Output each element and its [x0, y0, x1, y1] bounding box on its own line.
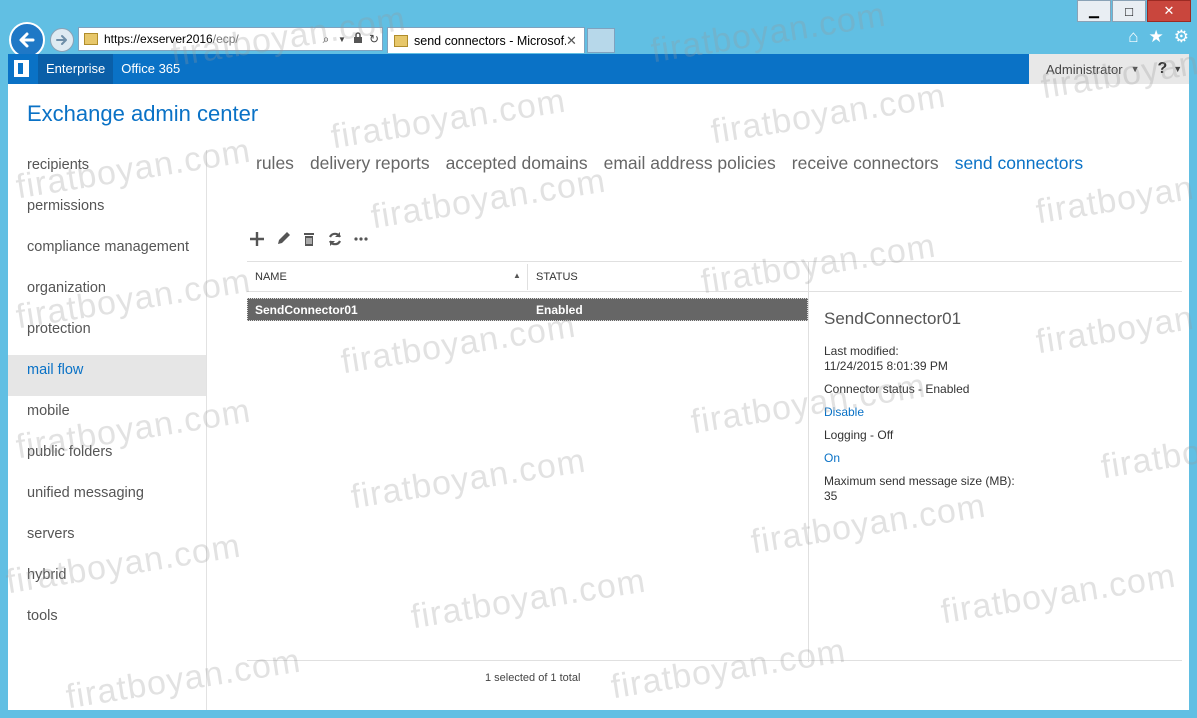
nav-mail-flow[interactable]: mail flow: [8, 355, 206, 396]
sort-ascending-icon[interactable]: ▲: [513, 271, 521, 280]
back-button[interactable]: [9, 22, 45, 58]
column-header-name[interactable]: NAME: [255, 271, 287, 283]
nav-unified-messaging[interactable]: unified messaging: [8, 478, 206, 519]
last-modified-value: 11/24/2015 8:01:39 PM: [824, 359, 948, 373]
column-header-status[interactable]: STATUS: [536, 271, 578, 283]
app-title: Exchange admin center: [27, 101, 259, 126]
max-size-value: 35: [824, 489, 838, 503]
tab-rules[interactable]: rules: [256, 153, 294, 174]
window-controls: ▁ □ ✕: [1077, 0, 1191, 22]
maximize-button[interactable]: □: [1112, 0, 1146, 22]
nav-compliance-management[interactable]: compliance management: [8, 232, 206, 273]
grid-toolbar: [248, 230, 370, 248]
gear-icon[interactable]: ⚙: [1174, 27, 1189, 47]
cell-name: SendConnector01: [255, 303, 358, 317]
browser-tools: ⌂ ★ ⚙: [1128, 27, 1189, 47]
home-icon[interactable]: ⌂: [1128, 27, 1138, 47]
office-logo-icon[interactable]: [14, 60, 29, 77]
tab-delivery-reports[interactable]: delivery reports: [310, 153, 430, 174]
more-options-icon[interactable]: [352, 230, 370, 248]
star-icon[interactable]: ★: [1149, 27, 1164, 47]
nav-tools[interactable]: tools: [8, 601, 206, 642]
arrow-right-icon: [56, 35, 67, 45]
new-tab-button[interactable]: [587, 28, 615, 53]
refresh-icon[interactable]: [326, 230, 344, 248]
selection-count: 1 selected of 1 total: [485, 672, 581, 684]
tab-title: send connectors - Microsof...: [414, 33, 566, 48]
add-icon[interactable]: [248, 230, 266, 248]
minimize-button[interactable]: ▁: [1077, 0, 1111, 22]
tab-close-icon[interactable]: ✕: [566, 33, 580, 49]
arrow-left-icon: [19, 32, 35, 48]
delete-trash-icon[interactable]: [300, 230, 318, 248]
details-divider: [808, 261, 809, 662]
sub-nav: rules delivery reports accepted domains …: [256, 153, 1083, 174]
edit-pencil-icon[interactable]: [274, 230, 292, 248]
close-window-button[interactable]: ✕: [1147, 0, 1191, 22]
logging-status: Logging - Off: [824, 428, 894, 442]
top-nav: Enterprise Office 365: [38, 54, 188, 84]
column-divider: [527, 264, 528, 290]
forward-button[interactable]: [50, 28, 74, 52]
tab-send-connectors[interactable]: send connectors: [955, 153, 1083, 174]
page-favicon-icon: [84, 33, 98, 45]
tab-email-address-policies[interactable]: email address policies: [604, 153, 776, 174]
topnav-enterprise[interactable]: Enterprise: [38, 54, 114, 84]
tab-receive-connectors[interactable]: receive connectors: [792, 153, 939, 174]
browser-tab[interactable]: send connectors - Microsof... ✕: [387, 27, 585, 53]
